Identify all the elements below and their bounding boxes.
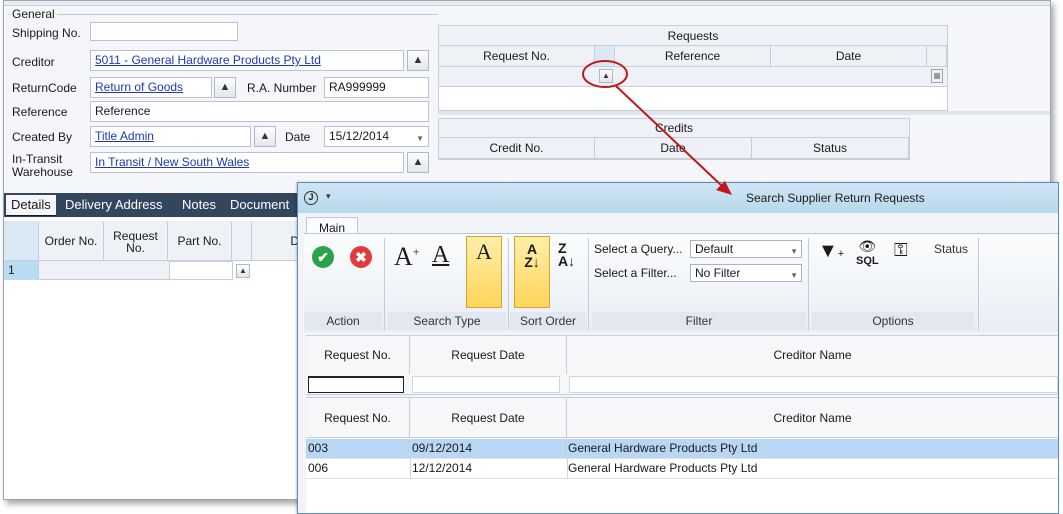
annotation-circle — [582, 60, 628, 88]
annotation-overlay — [582, 60, 732, 195]
annotation-arrow-line — [615, 85, 723, 187]
